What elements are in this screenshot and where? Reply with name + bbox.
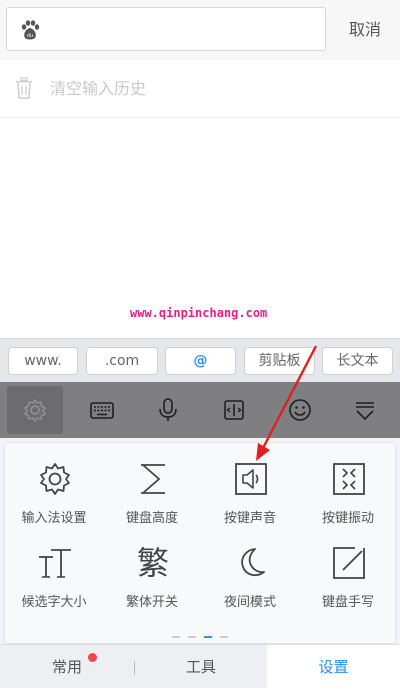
keyboard-icon bbox=[90, 402, 114, 419]
candidate-size-label: 候选字大小 bbox=[21, 595, 87, 610]
notification-badge bbox=[88, 653, 97, 662]
gear-icon bbox=[40, 463, 70, 495]
cursor-icon bbox=[224, 400, 244, 420]
chip-at[interactable]: @ bbox=[165, 347, 236, 375]
moon-icon bbox=[241, 548, 265, 577]
gear-icon bbox=[24, 399, 46, 422]
cursor-toolbar-button[interactable] bbox=[206, 386, 262, 434]
emoji-icon bbox=[289, 399, 311, 421]
search-bar: du 取消 bbox=[0, 0, 400, 60]
handwriting-item[interactable]: 键盘手写 bbox=[299, 533, 397, 613]
microphone-icon bbox=[159, 398, 177, 421]
chip-com[interactable]: .com bbox=[86, 347, 158, 375]
suggestion-bar: www. .com @ 剪贴板 长文本 bbox=[0, 338, 400, 382]
key-sound-item[interactable]: 按键声音 bbox=[201, 449, 299, 529]
page-dot-active bbox=[204, 636, 212, 638]
svg-text:du: du bbox=[27, 33, 33, 39]
trash-icon bbox=[16, 77, 32, 99]
key-vibrate-item[interactable]: 按键振动 bbox=[299, 449, 397, 529]
cancel-button[interactable]: 取消 bbox=[340, 18, 390, 42]
clear-history-label: 清空输入历史 bbox=[50, 79, 147, 98]
page-dot bbox=[220, 636, 228, 638]
traditional-toggle-item[interactable]: 繁 繁体开关 bbox=[103, 533, 201, 613]
key-sound-label: 按键声音 bbox=[223, 511, 276, 526]
baidu-paw-icon: du bbox=[21, 20, 40, 40]
input-settings-item[interactable]: 输入法设置 bbox=[5, 449, 103, 529]
watermark: www.qinpinchang.com bbox=[130, 306, 268, 320]
collapse-icon bbox=[356, 402, 374, 421]
pen-icon bbox=[333, 547, 365, 579]
handwriting-label: 键盘手写 bbox=[321, 595, 374, 610]
night-mode-item[interactable]: 夜间模式 bbox=[201, 533, 299, 613]
tab-settings[interactable]: 设置 bbox=[267, 645, 400, 688]
page-dot bbox=[188, 636, 196, 638]
input-settings-label: 输入法设置 bbox=[21, 511, 87, 526]
chip-long-text[interactable]: 长文本 bbox=[322, 347, 393, 375]
bottom-tab-bar: 常用 工具 设置 bbox=[0, 644, 400, 688]
keyboard-height-item[interactable]: 键盘高度 bbox=[103, 449, 201, 529]
height-icon bbox=[141, 464, 165, 494]
tab-tools[interactable]: 工具 bbox=[135, 645, 267, 688]
search-input[interactable]: du bbox=[6, 7, 326, 51]
settings-panel: 输入法设置 键盘高度 按键声音 按键振动 候选字大小 繁 繁体开关 夜间模式 键… bbox=[0, 438, 400, 644]
tab-common[interactable]: 常用 bbox=[0, 645, 134, 688]
keyboard-toolbar-button[interactable] bbox=[74, 386, 130, 434]
font-size-icon bbox=[39, 549, 71, 578]
keyboard-toolbar bbox=[0, 382, 400, 438]
speaker-icon bbox=[235, 463, 267, 495]
chip-www[interactable]: www. bbox=[8, 347, 78, 375]
vibrate-icon bbox=[333, 463, 365, 495]
settings-grid: 输入法设置 键盘高度 按键声音 按键振动 候选字大小 繁 繁体开关 夜间模式 键… bbox=[4, 442, 396, 644]
page-dot bbox=[172, 636, 180, 638]
clear-history-row[interactable]: 清空输入历史 bbox=[0, 60, 400, 118]
chip-clipboard[interactable]: 剪贴板 bbox=[244, 347, 315, 375]
traditional-toggle-label: 繁体开关 bbox=[125, 595, 178, 610]
keyboard-height-label: 键盘高度 bbox=[125, 511, 178, 526]
emoji-toolbar-button[interactable] bbox=[272, 386, 328, 434]
night-mode-label: 夜间模式 bbox=[223, 595, 276, 610]
traditional-icon: 繁 bbox=[136, 544, 169, 582]
candidate-size-item[interactable]: 候选字大小 bbox=[5, 533, 103, 613]
page-indicator bbox=[170, 636, 234, 640]
collapse-toolbar-button[interactable] bbox=[337, 386, 393, 434]
voice-toolbar-button[interactable] bbox=[140, 386, 196, 434]
key-vibrate-label: 按键振动 bbox=[321, 511, 374, 526]
settings-toolbar-button[interactable] bbox=[7, 386, 63, 434]
